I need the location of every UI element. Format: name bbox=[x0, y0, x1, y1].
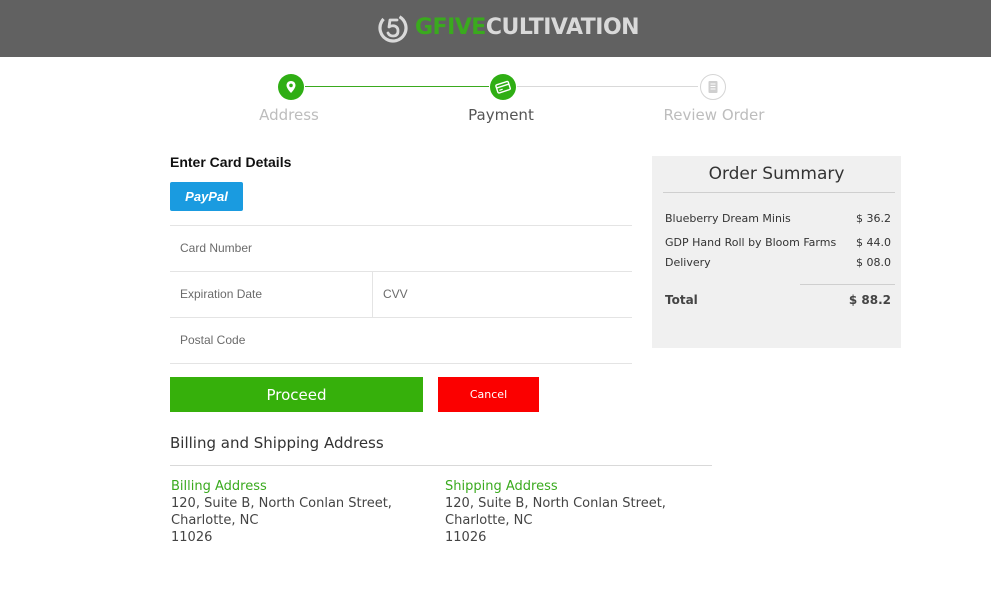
order-summary-divider bbox=[663, 192, 895, 193]
app-header: GFIVECULTIVATION bbox=[0, 0, 991, 57]
proceed-button[interactable]: Proceed bbox=[170, 377, 423, 412]
summary-line-item: Blueberry Dream Minis $ 36.2 bbox=[665, 212, 891, 225]
map-pin-icon bbox=[286, 81, 296, 93]
postal-code-input[interactable] bbox=[170, 318, 632, 362]
summary-item-price: $ 44.0 bbox=[856, 236, 891, 249]
cvv-input[interactable] bbox=[373, 272, 632, 316]
brand-logo[interactable]: GFIVECULTIVATION bbox=[377, 12, 640, 44]
shipping-address-block: Shipping Address 120, Suite B, North Con… bbox=[445, 478, 666, 546]
summary-item-name: GDP Hand Roll by Bloom Farms bbox=[665, 236, 837, 249]
summary-item-price: $ 08.0 bbox=[856, 256, 891, 269]
card-number-input[interactable] bbox=[170, 226, 632, 270]
step-payment-indicator[interactable] bbox=[490, 74, 516, 100]
summary-line-item: Delivery $ 08.0 bbox=[665, 256, 891, 269]
summary-item-name: Delivery bbox=[665, 256, 711, 269]
logo-icon bbox=[378, 13, 408, 43]
billing-address-line2: Charlotte, NC bbox=[171, 513, 259, 528]
step-address-label[interactable]: Address bbox=[229, 106, 349, 124]
credit-card-icon bbox=[495, 80, 511, 94]
shipping-address-heading: Shipping Address bbox=[445, 479, 558, 494]
paypal-button[interactable]: PayPal bbox=[170, 182, 243, 211]
brand-name: GFIVECULTIVATION bbox=[415, 12, 640, 44]
expiration-date-input[interactable] bbox=[170, 272, 372, 316]
step-review-indicator[interactable] bbox=[700, 74, 726, 100]
summary-item-price: $ 36.2 bbox=[856, 212, 891, 225]
brand-name-part1: GFIVE bbox=[415, 15, 486, 40]
billing-shipping-title: Billing and Shipping Address bbox=[170, 434, 384, 452]
summary-line-item: GDP Hand Roll by Bloom Farms $ 44.0 bbox=[665, 236, 891, 249]
billing-address-line1: 120, Suite B, North Conlan Street, bbox=[171, 496, 392, 511]
shipping-address-line1: 120, Suite B, North Conlan Street, bbox=[445, 496, 666, 511]
document-icon bbox=[708, 81, 718, 93]
step-connector-pending bbox=[517, 86, 698, 87]
cancel-button[interactable]: Cancel bbox=[438, 377, 539, 412]
step-review-label[interactable]: Review Order bbox=[654, 106, 774, 124]
shipping-address-line3: 11026 bbox=[445, 530, 487, 545]
step-address-indicator[interactable] bbox=[278, 74, 304, 100]
summary-total-divider bbox=[800, 284, 895, 285]
billing-address-line3: 11026 bbox=[171, 530, 213, 545]
card-details-title: Enter Card Details bbox=[170, 154, 292, 170]
billing-address-heading: Billing Address bbox=[171, 479, 267, 494]
order-summary-title: Order Summary bbox=[708, 164, 845, 184]
step-connector-complete bbox=[305, 86, 489, 87]
summary-total-value: $ 88.2 bbox=[848, 293, 891, 307]
shipping-address-line2: Charlotte, NC bbox=[445, 513, 533, 528]
step-payment-label[interactable]: Payment bbox=[441, 106, 561, 124]
field-divider bbox=[170, 363, 632, 364]
summary-item-name: Blueberry Dream Minis bbox=[665, 212, 791, 225]
summary-total-label: Total bbox=[665, 293, 698, 307]
brand-name-part2: CULTIVATION bbox=[485, 15, 640, 40]
billing-shipping-divider bbox=[170, 465, 712, 466]
order-summary-panel: Order Summary Blueberry Dream Minis $ 36… bbox=[652, 156, 901, 348]
billing-address-block: Billing Address 120, Suite B, North Conl… bbox=[171, 478, 392, 546]
summary-total-row: Total $ 88.2 bbox=[665, 293, 891, 307]
